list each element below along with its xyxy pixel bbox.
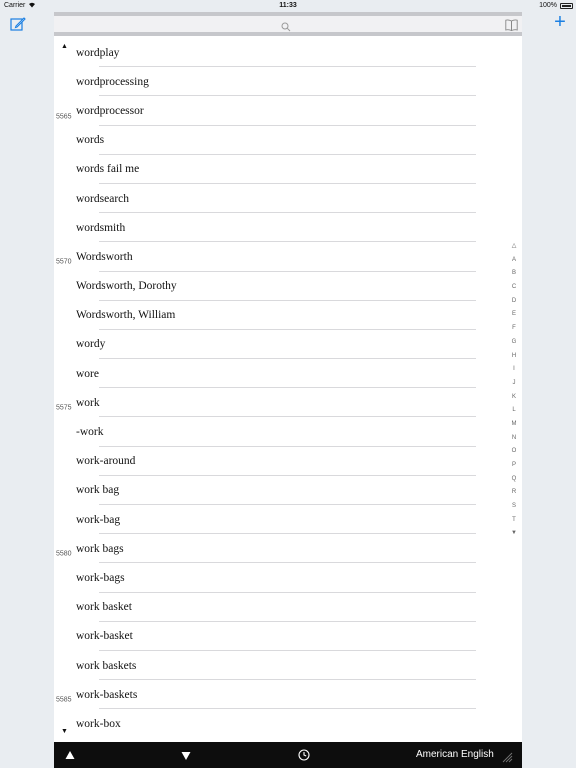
- list-item[interactable]: work bag: [54, 476, 522, 505]
- list-item[interactable]: wordsmith: [54, 213, 522, 243]
- bottom-toolbar: American English: [54, 742, 522, 768]
- index-letter[interactable]: F: [508, 322, 520, 336]
- entry-word[interactable]: wordplay: [76, 47, 119, 59]
- entry-word[interactable]: work: [76, 397, 100, 409]
- resize-grip-icon[interactable]: [501, 750, 513, 763]
- index-letter[interactable]: I: [508, 363, 520, 377]
- entry-word[interactable]: work-bag: [76, 514, 120, 526]
- entry-word[interactable]: work-baskets: [76, 689, 137, 701]
- list-item[interactable]: 5570 Wordsworth: [54, 242, 522, 272]
- index-letter[interactable]: P: [508, 459, 520, 473]
- alphabet-index[interactable]: △ A B C D E F G H I J K L M N O P Q R S T ▼: [508, 240, 520, 541]
- entry-word[interactable]: -work: [76, 426, 103, 438]
- list-item[interactable]: work-around: [54, 447, 522, 476]
- entry-word[interactable]: Wordsworth, William: [76, 309, 175, 321]
- index-letter[interactable]: T: [508, 514, 520, 528]
- list-item[interactable]: wore: [54, 359, 522, 389]
- index-letter[interactable]: R: [508, 486, 520, 500]
- language-selector[interactable]: American English: [416, 749, 494, 760]
- entry-word[interactable]: wordprocessor: [76, 105, 144, 117]
- entry-word[interactable]: work bag: [76, 484, 119, 496]
- list-item[interactable]: words: [54, 126, 522, 155]
- compose-icon[interactable]: [10, 16, 26, 32]
- index-letter[interactable]: △: [508, 240, 520, 254]
- list-item[interactable]: work-box: [54, 709, 522, 738]
- status-time: 11:33: [279, 2, 297, 9]
- list-item[interactable]: Wordsworth, William: [54, 301, 522, 330]
- dictionary-panel: wordplay wordprocessing 5565 wordprocessor w…: [54, 12, 522, 742]
- list-item[interactable]: wordprocessing: [54, 67, 522, 97]
- index-letter[interactable]: M: [508, 418, 520, 432]
- list-item[interactable]: 5565 wordprocessor: [54, 96, 522, 126]
- search-bar[interactable]: [54, 12, 522, 36]
- list-item[interactable]: work basket: [54, 593, 522, 622]
- entry-number: 5570: [56, 258, 72, 266]
- index-letter[interactable]: H: [508, 350, 520, 364]
- entry-word[interactable]: work bags: [76, 543, 124, 555]
- scroll-down-arrow[interactable]: ▼: [61, 728, 68, 735]
- entry-word[interactable]: wordprocessing: [76, 76, 149, 88]
- battery-percent: 100%: [539, 2, 557, 9]
- list-item[interactable]: words fail me: [54, 155, 522, 184]
- index-letter[interactable]: S: [508, 500, 520, 514]
- scroll-up-arrow[interactable]: ▲: [61, 43, 68, 50]
- entry-word[interactable]: Wordsworth: [76, 251, 133, 263]
- list-item[interactable]: 5585 work-baskets: [54, 680, 522, 710]
- list-item[interactable]: 5575 work: [54, 388, 522, 418]
- search-icon[interactable]: [281, 19, 291, 32]
- list-item[interactable]: work-bags: [54, 563, 522, 593]
- index-letter[interactable]: C: [508, 281, 520, 295]
- list-item[interactable]: work baskets: [54, 651, 522, 681]
- entry-word[interactable]: work-basket: [76, 630, 133, 642]
- next-arrow-icon[interactable]: [181, 748, 191, 760]
- add-button[interactable]: +: [551, 12, 569, 33]
- entry-word[interactable]: work-box: [76, 718, 121, 730]
- index-letter[interactable]: N: [508, 432, 520, 446]
- index-letter[interactable]: B: [508, 267, 520, 281]
- entry-number: 5575: [56, 404, 72, 412]
- entry-word[interactable]: work basket: [76, 601, 132, 613]
- index-letter[interactable]: G: [508, 336, 520, 350]
- entry-word[interactable]: work-around: [76, 455, 135, 467]
- index-letter[interactable]: E: [508, 308, 520, 322]
- previous-arrow-icon[interactable]: [65, 747, 75, 759]
- history-clock-icon[interactable]: [298, 748, 310, 761]
- index-letter[interactable]: L: [508, 404, 520, 418]
- index-letter[interactable]: O: [508, 445, 520, 459]
- entry-word[interactable]: wordsearch: [76, 193, 129, 205]
- index-letter[interactable]: A: [508, 254, 520, 268]
- entry-word[interactable]: words fail me: [76, 163, 139, 175]
- list-item[interactable]: wordy: [54, 330, 522, 360]
- battery-icon: [560, 3, 573, 9]
- word-list: wordplay wordprocessing 5565 wordprocessor w…: [54, 38, 522, 739]
- entry-word[interactable]: work baskets: [76, 660, 136, 672]
- index-letter[interactable]: D: [508, 295, 520, 309]
- index-letter[interactable]: J: [508, 377, 520, 391]
- entry-number: 5565: [56, 113, 72, 120]
- entry-word[interactable]: Wordsworth, Dorothy: [76, 280, 177, 292]
- list-item[interactable]: 5580 work bags: [54, 534, 522, 564]
- entry-word[interactable]: words: [76, 134, 104, 146]
- list-item[interactable]: work-bag: [54, 505, 522, 535]
- list-item[interactable]: wordsearch: [54, 184, 522, 214]
- entry-word[interactable]: wordsmith: [76, 222, 125, 234]
- entry-number: 5580: [56, 550, 72, 558]
- entry-word[interactable]: wore: [76, 368, 99, 380]
- status-bar: Carrier 11:33 100%: [0, 0, 576, 12]
- index-letter[interactable]: ▼: [508, 527, 520, 541]
- index-letter[interactable]: K: [508, 391, 520, 405]
- list-item[interactable]: Wordsworth, Dorothy: [54, 272, 522, 301]
- entry-word[interactable]: work-bags: [76, 572, 125, 584]
- index-letter[interactable]: Q: [508, 473, 520, 487]
- entry-word[interactable]: wordy: [76, 338, 105, 350]
- entry-number: 5585: [56, 696, 72, 704]
- list-item[interactable]: work-basket: [54, 622, 522, 651]
- list-item[interactable]: -work: [54, 417, 522, 447]
- list-item[interactable]: wordplay: [54, 38, 522, 68]
- book-icon[interactable]: [505, 18, 518, 32]
